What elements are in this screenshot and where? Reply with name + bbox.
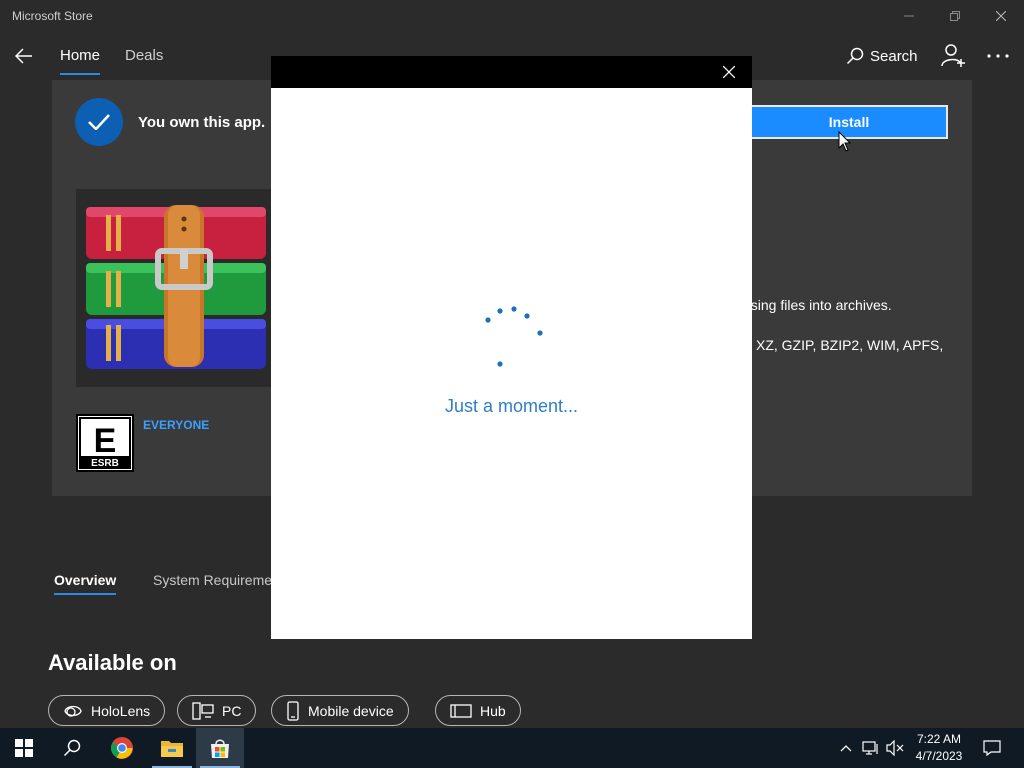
volume-button[interactable] (884, 728, 906, 768)
back-button[interactable] (10, 42, 38, 70)
pc-icon (192, 701, 214, 720)
hub-icon (450, 703, 472, 718)
taskbar: 7:22 AM 4/7/2023 (0, 728, 1024, 768)
network-icon (862, 741, 878, 755)
close-icon (996, 11, 1006, 21)
winrar-books-icon (86, 205, 266, 369)
add-user-icon (941, 44, 965, 67)
taskbar-microsoft-store[interactable] (196, 728, 244, 768)
network-button[interactable] (860, 728, 882, 768)
search-icon (846, 47, 864, 65)
search-icon (63, 739, 81, 757)
loading-spinner-icon (485, 306, 543, 367)
app-logo (76, 189, 272, 387)
esrb-rating-badge: E ESRB (76, 414, 134, 472)
ellipsis-icon (987, 54, 1009, 58)
tab-deals[interactable]: Deals (125, 47, 163, 64)
mobile-device-icon (287, 700, 299, 721)
title-bar: Microsoft Store (0, 0, 1024, 34)
platform-chip-mobile[interactable]: Mobile device (271, 695, 409, 726)
description-line-2: XZ, GZIP, BZIP2, WIM, APFS, (756, 337, 944, 353)
taskbar-chrome[interactable] (98, 728, 146, 768)
restore-button[interactable] (932, 0, 978, 32)
platform-label: PC (222, 702, 242, 719)
platform-chip-pc[interactable]: PC (177, 695, 257, 726)
loading-message: Just a moment... (444, 396, 579, 416)
clock[interactable]: 7:22 AM 4/7/2023 (908, 731, 970, 765)
chevron-up-icon (840, 745, 852, 752)
tab-system-requirements[interactable]: System Requireme (153, 572, 271, 588)
owned-badge (75, 98, 123, 146)
clock-time: 7:22 AM (916, 732, 962, 746)
esrb-letter: E (94, 422, 117, 460)
volume-muted-icon (886, 740, 904, 756)
search-label: Search (870, 47, 918, 65)
close-window-button[interactable] (978, 0, 1024, 32)
chrome-icon (111, 737, 133, 759)
tab-home[interactable]: Home (60, 47, 101, 75)
store-icon (211, 739, 229, 758)
mouse-cursor-icon (838, 131, 852, 152)
window-title: Microsoft Store (12, 9, 93, 23)
platform-label: Hub (480, 702, 506, 719)
notification-icon (983, 740, 1001, 756)
minimize-icon (904, 15, 914, 17)
show-hidden-icons-button[interactable] (836, 728, 856, 768)
restore-icon (950, 11, 960, 21)
description-line-1: essing files into archives. (736, 297, 892, 313)
esrb-logo-icon: E ESRB (79, 417, 131, 469)
checkmark-icon (88, 114, 110, 130)
esrb-brand: ESRB (91, 458, 119, 469)
platform-chip-hololens[interactable]: HoloLens (48, 695, 166, 726)
owned-text: You own this app. (138, 114, 266, 131)
start-button[interactable] (0, 728, 48, 768)
minimize-button[interactable] (886, 0, 932, 32)
more-options-button[interactable] (986, 43, 1014, 63)
action-center-button[interactable] (980, 728, 1004, 768)
tab-overview[interactable]: Overview (54, 572, 117, 595)
back-arrow-icon (15, 48, 32, 64)
dialog-close-button[interactable] (716, 60, 742, 84)
platform-chip-hub[interactable]: Hub (435, 695, 521, 726)
taskbar-file-explorer[interactable] (148, 728, 196, 768)
dialog-header (271, 56, 752, 88)
available-on-heading: Available on (48, 650, 177, 675)
account-button[interactable] (940, 43, 966, 69)
close-icon (723, 66, 735, 78)
platform-label: HoloLens (91, 702, 151, 719)
hololens-icon (64, 705, 82, 717)
windows-logo-icon (15, 739, 33, 757)
clock-date: 4/7/2023 (915, 749, 963, 763)
taskbar-search-button[interactable] (48, 728, 96, 768)
folder-icon (161, 741, 183, 757)
rating-link[interactable]: EVERYONE (143, 418, 209, 432)
platform-label: Mobile device (308, 702, 394, 719)
search-button[interactable]: Search (846, 44, 918, 68)
